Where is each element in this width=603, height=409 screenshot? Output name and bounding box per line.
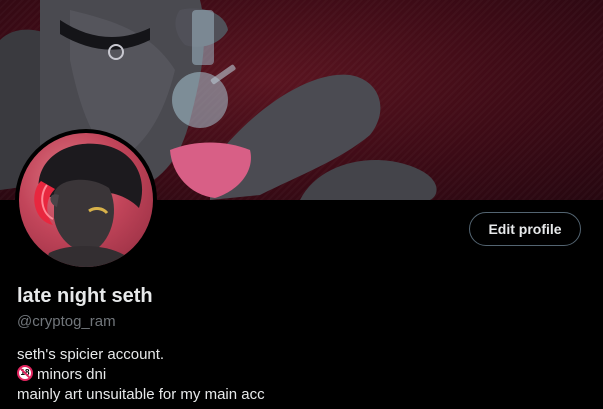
avatar[interactable] xyxy=(19,133,153,267)
user-handle: @cryptog_ram xyxy=(17,313,116,330)
bio-line-2-text: minors dni xyxy=(37,366,107,383)
avatar-frame[interactable] xyxy=(15,129,157,271)
bio-line-3: mainly art unsuitable for my main acc xyxy=(17,386,265,403)
profile-bio: seth's spicier account. 18 minors dni mai… xyxy=(17,345,265,405)
edit-profile-button[interactable]: Edit profile xyxy=(469,212,581,246)
bio-line-1: seth's spicier account. xyxy=(17,346,165,363)
avatar-artwork xyxy=(34,143,143,267)
no-under-18-icon: 18 xyxy=(17,365,33,381)
bio-line-2: 18 minors dni xyxy=(17,365,265,385)
display-name: late night seth xyxy=(17,285,153,307)
